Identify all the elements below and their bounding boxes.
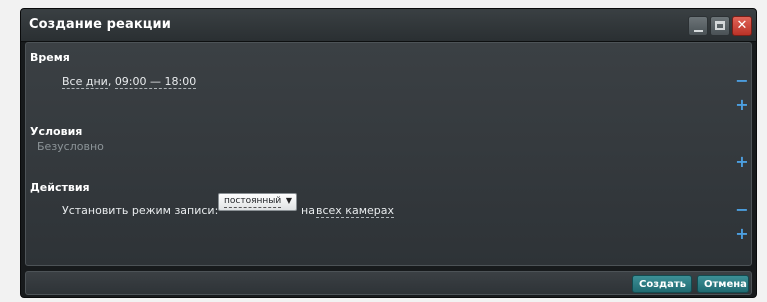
time-remove-button[interactable]: − bbox=[735, 73, 749, 89]
reaction-dialog: Создание реакции ✕ Время Все дни, 09:00 … bbox=[20, 8, 757, 298]
cancel-button[interactable]: Отмена bbox=[697, 275, 749, 293]
time-add-button[interactable]: + bbox=[735, 97, 749, 113]
time-schedule: Все дни, 09:00 — 18:00 bbox=[62, 75, 197, 89]
record-mode-select[interactable]: постоянный ▼ bbox=[218, 193, 297, 211]
schedule-separator: , bbox=[107, 75, 112, 88]
on-label: на bbox=[301, 204, 315, 217]
maximize-button[interactable] bbox=[710, 16, 730, 36]
close-button[interactable]: ✕ bbox=[732, 16, 752, 36]
action-remove-button[interactable]: − bbox=[735, 202, 749, 218]
action-add-button[interactable]: + bbox=[735, 226, 749, 242]
conditions-section-title: Условия bbox=[30, 125, 83, 138]
actions-section-title: Действия bbox=[30, 181, 90, 194]
minimize-button[interactable] bbox=[688, 16, 708, 36]
record-mode-value: постоянный bbox=[224, 196, 282, 208]
title-bar[interactable]: Создание реакции ✕ bbox=[21, 9, 756, 42]
minimize-icon bbox=[694, 30, 703, 32]
conditions-add-button[interactable]: + bbox=[735, 154, 749, 170]
chevron-down-icon: ▼ bbox=[285, 196, 292, 205]
schedule-days-link[interactable]: Все дни bbox=[62, 75, 108, 89]
time-section-title: Время bbox=[30, 51, 70, 64]
cameras-link[interactable]: всех камерах bbox=[316, 204, 394, 218]
close-icon: ✕ bbox=[736, 18, 748, 33]
dialog-title: Создание реакции bbox=[29, 17, 171, 32]
action-label: Установить режим записи: bbox=[62, 204, 219, 217]
create-button[interactable]: Создать bbox=[632, 275, 692, 293]
schedule-range-link[interactable]: 09:00 — 18:00 bbox=[114, 75, 197, 89]
maximize-icon bbox=[715, 21, 725, 30]
conditions-value: Безусловно bbox=[37, 140, 104, 153]
dialog-body: Время Все дни, 09:00 — 18:00 − + Условия… bbox=[25, 42, 752, 266]
dialog-footer: Создать Отмена bbox=[25, 271, 752, 295]
